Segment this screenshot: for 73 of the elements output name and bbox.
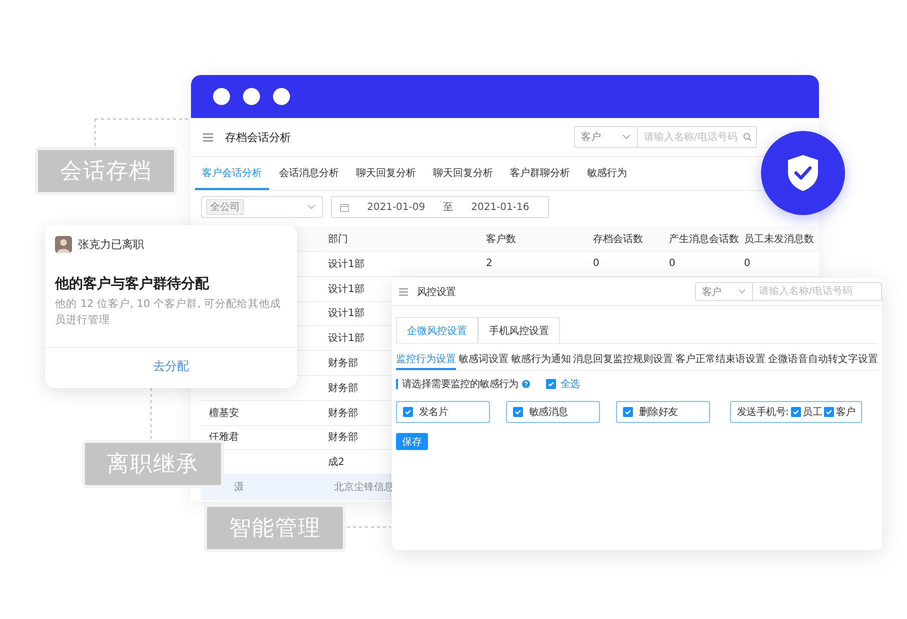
column-header: 客户数 [485,232,517,246]
table-cell[interactable]: 财务部 [325,426,391,450]
tab[interactable]: 消息回复监控规则设置 [573,350,674,370]
section-label: 请选择需要监控的敏感行为 [402,378,518,391]
column-header: 员工未发消息数 [743,232,815,246]
table-cell: 檀基安 [209,408,239,419]
table-cell: 0 [593,258,600,270]
person-status: 张克力已离职 [78,237,144,252]
feature-label: 智能管理 [204,504,346,552]
tab[interactable]: 企微语音自动转文字设置 [768,350,878,370]
menu-icon[interactable] [203,132,213,142]
tab[interactable]: 敏感行为 [580,157,634,190]
date-text: 2021-01-16 [471,202,530,212]
checkbox-label: 发名片 [419,406,448,419]
table-cell: 0 [669,258,676,270]
table-cell[interactable]: 设计1部 [325,302,391,326]
calendar-icon [340,202,349,212]
feature-label: 会话存档 [35,147,177,195]
menu-icon[interactable] [399,288,408,296]
table-cell[interactable]: 财务部 [325,400,391,425]
feature-label: 离职继承 [82,440,224,488]
column-header: 存档会话数 [592,232,644,246]
checkbox[interactable] [824,407,834,417]
help-icon[interactable] [522,380,530,388]
checkbox-label: 客户 [836,406,856,419]
date-text: 2021-01-09 [367,202,426,212]
connector-line [347,526,391,528]
page-title: 存档会话分析 [225,130,291,144]
table-cell[interactable]: 设计1部 [325,276,391,301]
option-box[interactable]: 发名片 [396,401,490,423]
tab[interactable]: 敏感词设置 [458,350,508,370]
tab[interactable]: 聊天回复分析 [349,157,423,190]
column-header: 部门 [327,232,349,246]
checkbox[interactable] [623,407,633,417]
window-dot[interactable] [273,88,290,105]
table-cell[interactable]: 成2 [325,450,391,474]
tab[interactable]: 会话消息分析 [272,157,346,190]
tab[interactable]: 手机风控设置 [478,317,560,343]
option-label: 发送手机号: [737,406,789,419]
checkbox-label: 删除好友 [639,406,678,419]
option-box[interactable]: 敏感消息 [506,401,600,423]
option-box[interactable]: 删除好友 [616,401,710,423]
company-tag: 全公司 [206,199,244,215]
table-cell: 滠 [234,482,244,494]
notice-message: 他的 12 位客户, 10 个客户群, 可分配给其他成员进行管理 [54,297,282,328]
tab[interactable]: 敏感行为通知 [510,350,571,370]
chevron-icon [307,204,316,210]
checkbox-label: 全选 [560,378,580,391]
tab[interactable]: 客户正常结束语设置 [676,350,766,370]
column-header: 产生消息会话数 [668,232,740,246]
window-dot[interactable] [243,88,260,105]
table-cell: 2 [486,258,492,270]
table-cell[interactable]: 设计1部 [325,326,391,350]
avatar [55,236,72,253]
table-cell[interactable]: 财务部 [325,351,391,375]
tab[interactable]: 客户群聊分析 [503,157,577,190]
checkbox-label: 敏感消息 [529,406,568,419]
checkbox[interactable] [790,407,801,417]
checkbox[interactable] [403,407,413,417]
table-cell: 0 [744,258,750,270]
table-cell[interactable]: 财务部 [325,376,391,400]
notice-title: 他的客户与客户群待分配 [54,274,210,293]
page-title: 风控设置 [417,286,456,298]
window-dot[interactable] [213,88,230,105]
checkbox[interactable] [546,379,556,389]
shield-check-icon [785,153,821,193]
checkbox[interactable] [513,407,523,417]
table-cell[interactable]: 设计1部 [325,252,483,276]
connector-line [150,388,152,440]
checkbox-label: 员工 [802,406,822,419]
date-separator: 至 [443,201,454,214]
tab[interactable]: 聊天回复分析 [426,157,500,190]
date-range-field[interactable]: 2021-01-09 至 2021-01-16 [331,196,549,218]
